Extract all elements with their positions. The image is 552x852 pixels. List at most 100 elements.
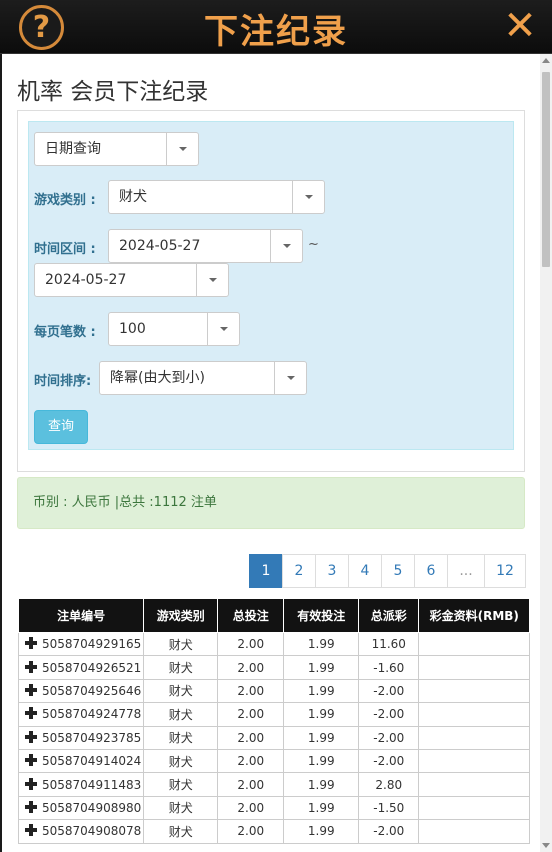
game-cell: 财犬 (143, 631, 219, 657)
game-cell: 财犬 (143, 655, 219, 680)
total-bet-cell: 2.00 (217, 655, 285, 680)
expand-plus-icon[interactable] (25, 754, 37, 767)
table-row: 5058704925646 财犬 2.00 1.99 -2.00 (17, 678, 531, 704)
bet-id-cell[interactable]: 5058704929165 (17, 631, 145, 657)
per-page-label: 每页笔数 : (34, 325, 96, 340)
bet-id-cell[interactable]: 5058704923785 (17, 725, 145, 750)
pagination: 1 2 3 4 5 6 ... 12 (249, 554, 526, 588)
valid-bet-cell: 1.99 (283, 772, 360, 797)
game-cell: 财犬 (143, 819, 219, 844)
valid-bet-cell: 1.99 (283, 725, 360, 750)
query-button[interactable]: 查询 (34, 410, 88, 444)
time-range-label: 时间区间 : (34, 242, 96, 257)
valid-bet-cell: 1.99 (283, 702, 360, 727)
vertical-scrollbar[interactable] (540, 54, 552, 852)
col-header-payout: 总派彩 (358, 598, 420, 633)
bet-id-cell[interactable]: 5058704908078 (17, 819, 145, 844)
game-type-select[interactable]: 财犬 (108, 180, 325, 214)
payout-cell: -2.00 (358, 748, 420, 774)
col-header-total-bet: 总投注 (217, 598, 285, 633)
expand-plus-icon[interactable] (25, 683, 37, 696)
game-cell: 财犬 (143, 772, 219, 797)
bet-id: 5058704911483 (42, 777, 142, 792)
chevron-down-icon (292, 181, 324, 213)
valid-bet-cell: 1.99 (283, 748, 360, 774)
expand-plus-icon[interactable] (25, 707, 37, 720)
col-header-game-type: 游戏类别 (143, 598, 219, 633)
bet-id-cell[interactable]: 5058704911483 (17, 772, 145, 797)
close-icon[interactable]: ✕ (500, 6, 540, 46)
payout-cell: -1.60 (358, 655, 420, 680)
start-date-value: 2024-05-27 (119, 238, 201, 254)
expand-plus-icon[interactable] (25, 660, 37, 673)
bet-id-cell[interactable]: 5058704925646 (17, 678, 145, 704)
bet-id-cell[interactable]: 5058704908980 (17, 795, 145, 821)
bet-id: 5058704908078 (42, 824, 142, 839)
valid-bet-cell: 1.99 (283, 795, 360, 821)
expand-plus-icon[interactable] (25, 637, 37, 650)
scrollbar-thumb[interactable] (542, 72, 550, 267)
payout-cell: 11.60 (358, 631, 420, 657)
scroll-down-arrow-icon[interactable] (542, 843, 550, 848)
query-mode-select[interactable]: 日期查询 (34, 132, 199, 166)
game-cell: 财犬 (143, 678, 219, 704)
payout-cell: 2.80 (358, 772, 420, 797)
page-link-2[interactable]: 2 (282, 554, 316, 588)
per-page-value: 100 (119, 321, 146, 337)
sort-label: 时间排序: (34, 374, 92, 389)
bet-id: 5058704924778 (42, 707, 142, 722)
per-page-select[interactable]: 100 (108, 312, 240, 346)
page-link-6[interactable]: 6 (414, 554, 448, 588)
bet-id-cell[interactable]: 5058704926521 (17, 655, 145, 680)
game-cell: 财犬 (143, 795, 219, 821)
query-mode-value: 日期查询 (45, 141, 101, 157)
payout-cell: -2.00 (358, 819, 420, 844)
game-cell: 财犬 (143, 702, 219, 727)
col-header-valid-bet: 有效投注 (283, 598, 360, 633)
bet-id: 5058704923785 (42, 730, 142, 745)
end-date-value: 2024-05-27 (45, 272, 127, 288)
page-link-4[interactable]: 4 (348, 554, 382, 588)
range-separator: ~ (308, 237, 319, 252)
bet-id-cell[interactable]: 5058704914024 (17, 748, 145, 774)
table-row: 5058704914024 财犬 2.00 1.99 -2.00 (17, 748, 531, 774)
bet-id-cell[interactable]: 5058704924778 (17, 702, 145, 727)
main-content: 机率 会员下注纪录 日期查询 游戏类别 : 财犬 时间区间 : 2024-05-… (2, 54, 540, 852)
total-bet-cell: 2.00 (217, 748, 285, 774)
valid-bet-cell: 1.99 (283, 819, 360, 844)
expand-plus-icon[interactable] (25, 730, 37, 743)
window-title: 下注纪录 (204, 12, 348, 52)
table-row: 5058704923785 财犬 2.00 1.99 -2.00 (17, 725, 531, 750)
bet-id: 5058704914024 (42, 754, 142, 769)
page-link-12[interactable]: 12 (484, 554, 526, 588)
col-header-bet-id: 注单编号 (17, 598, 145, 633)
sort-select[interactable]: 降幂(由大到小) (99, 361, 307, 395)
total-bet-cell: 2.00 (217, 772, 285, 797)
chevron-down-icon (166, 133, 198, 165)
table-header-row: 注单编号 游戏类别 总投注 有效投注 总派彩 彩金资料(RMB) (17, 598, 531, 633)
payout-cell: -1.50 (358, 795, 420, 821)
end-date-select[interactable]: 2024-05-27 (34, 263, 229, 297)
game-cell: 财犬 (143, 725, 219, 750)
total-bet-cell: 2.00 (217, 702, 285, 727)
scroll-up-arrow-icon[interactable] (542, 58, 550, 63)
chevron-down-icon (270, 230, 302, 262)
table-row: 5058704929165 财犬 2.00 1.99 11.60 (17, 631, 531, 657)
game-type-value: 财犬 (119, 189, 147, 205)
table-row: 5058704924778 财犬 2.00 1.99 -2.00 (17, 702, 531, 727)
page-link-5[interactable]: 5 (381, 554, 415, 588)
page-link-1[interactable]: 1 (249, 554, 283, 588)
expand-plus-icon[interactable] (25, 777, 37, 790)
sort-value: 降幂(由大到小) (110, 370, 205, 386)
expand-plus-icon[interactable] (25, 824, 37, 837)
game-cell: 财犬 (143, 748, 219, 774)
page-link-3[interactable]: 3 (315, 554, 349, 588)
top-bar: ? 下注纪录 ✕ (0, 0, 552, 54)
table-row: 5058704911483 财犬 2.00 1.99 2.80 (17, 772, 531, 797)
expand-plus-icon[interactable] (25, 800, 37, 813)
start-date-select[interactable]: 2024-05-27 (108, 229, 303, 263)
total-bet-cell: 2.00 (217, 819, 285, 844)
valid-bet-cell: 1.99 (283, 655, 360, 680)
valid-bet-cell: 1.99 (283, 631, 360, 657)
jackpot-cell (418, 631, 531, 657)
